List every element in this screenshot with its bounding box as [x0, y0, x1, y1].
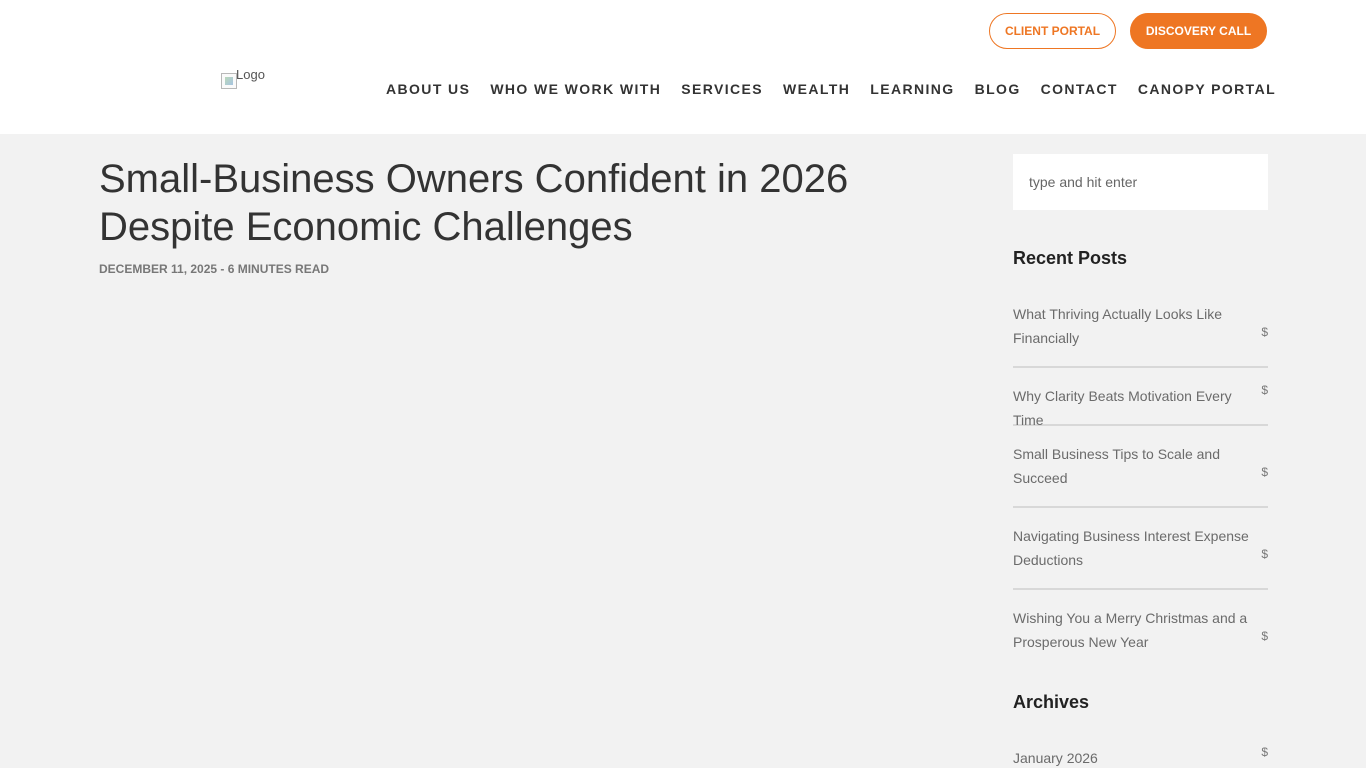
- recent-post-item[interactable]: What Thriving Actually Looks Like Financ…: [1013, 302, 1268, 368]
- site-logo[interactable]: Logo: [221, 67, 281, 89]
- archive-link[interactable]: January 2026: [1013, 746, 1258, 768]
- nav-about-us[interactable]: ABOUT US: [386, 80, 470, 98]
- archives-heading: Archives: [1013, 692, 1090, 712]
- recent-post-link[interactable]: Why Clarity Beats Motivation Every Time: [1013, 384, 1258, 432]
- nav-services[interactable]: SERVICES: [681, 80, 763, 98]
- archive-item[interactable]: January 2026 $: [1013, 745, 1268, 768]
- nav-who-we-work-with[interactable]: WHO WE WORK WITH: [490, 80, 661, 98]
- dollar-icon: $: [1261, 547, 1268, 561]
- dollar-icon: $: [1261, 465, 1268, 479]
- broken-image-icon: [221, 73, 237, 89]
- post-meta: DECEMBER 11, 2025 - 6 MINUTES READ: [99, 262, 330, 276]
- page-title: Small-Business Owners Confident in 2026 …: [99, 157, 849, 249]
- site-header: CLIENT PORTAL DISCOVERY CALL Logo ABOUT …: [0, 0, 1366, 134]
- main-nav: ABOUT US WHO WE WORK WITH SERVICES WEALT…: [386, 80, 1276, 98]
- logo-alt-text: Logo: [236, 67, 265, 82]
- recent-post-item[interactable]: Navigating Business Interest Expense Ded…: [1013, 524, 1268, 590]
- nav-contact[interactable]: CONTACT: [1041, 80, 1118, 98]
- recent-post-link[interactable]: Wishing You a Merry Christmas and a Pros…: [1013, 606, 1258, 654]
- recent-post-link[interactable]: Navigating Business Interest Expense Ded…: [1013, 524, 1258, 572]
- nav-learning[interactable]: LEARNING: [870, 80, 954, 98]
- recent-post-item[interactable]: Wishing You a Merry Christmas and a Pros…: [1013, 606, 1268, 656]
- recent-post-link[interactable]: What Thriving Actually Looks Like Financ…: [1013, 302, 1258, 350]
- nav-wealth[interactable]: WEALTH: [783, 80, 850, 98]
- dollar-icon: $: [1261, 629, 1268, 643]
- search-input[interactable]: [1013, 154, 1268, 210]
- client-portal-button[interactable]: CLIENT PORTAL: [989, 13, 1116, 49]
- recent-post-item[interactable]: Small Business Tips to Scale and Succeed…: [1013, 442, 1268, 508]
- nav-blog[interactable]: BLOG: [975, 80, 1021, 98]
- recent-post-link[interactable]: Small Business Tips to Scale and Succeed: [1013, 442, 1258, 490]
- discovery-call-button[interactable]: DISCOVERY CALL: [1130, 13, 1267, 49]
- recent-post-item[interactable]: Why Clarity Beats Motivation Every Time …: [1013, 383, 1268, 428]
- dollar-icon: $: [1261, 325, 1268, 339]
- dollar-icon: $: [1261, 383, 1268, 397]
- nav-canopy-portal[interactable]: CANOPY PORTAL: [1138, 80, 1276, 98]
- dollar-icon: $: [1261, 745, 1268, 759]
- recent-posts-heading: Recent Posts: [1013, 248, 1128, 268]
